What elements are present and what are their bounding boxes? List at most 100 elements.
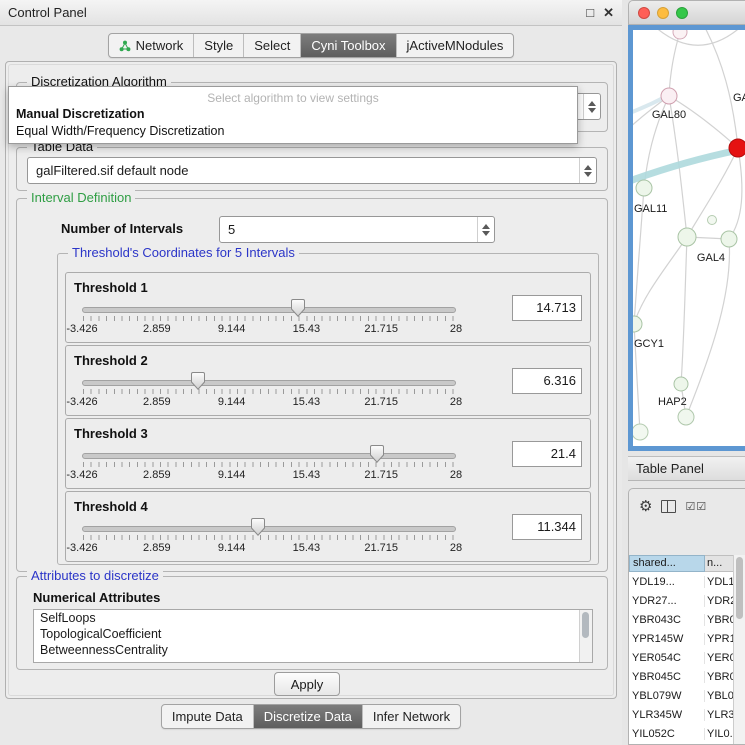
table-data-combobox[interactable]: galFiltered.sif default node xyxy=(27,157,597,184)
top-tabstrip: Network Style Select Cyni Toolbox jActiv… xyxy=(0,33,622,58)
scale-tick: 2.859 xyxy=(143,396,171,408)
table-columns-icon[interactable] xyxy=(661,500,676,513)
network-node[interactable] xyxy=(708,216,717,225)
minimize-button[interactable] xyxy=(657,7,669,19)
threshold-1-value[interactable]: 14.713 xyxy=(512,295,582,321)
tab-style[interactable]: Style xyxy=(193,34,243,57)
tab-network[interactable]: Network xyxy=(109,34,194,57)
scale-tick: 28 xyxy=(450,469,462,481)
network-node[interactable] xyxy=(633,424,648,440)
table-row[interactable]: YDL19...YDL1... xyxy=(629,572,734,591)
scale-tick: 28 xyxy=(450,542,462,554)
tab-impute-data[interactable]: Impute Data xyxy=(162,705,253,728)
tab-select[interactable]: Select xyxy=(243,34,300,57)
slider-track[interactable] xyxy=(82,526,456,532)
table-row[interactable]: YBL079WYBL0... xyxy=(629,686,734,705)
tab-cyni-toolbox[interactable]: Cyni Toolbox xyxy=(300,34,395,57)
slider-ticks xyxy=(83,389,455,394)
table-row[interactable]: YDR27...YDR2... xyxy=(629,591,734,610)
list-item[interactable]: BetweennessCentrality xyxy=(34,642,592,658)
column-header-name[interactable]: n... xyxy=(705,555,734,572)
tab-label: Discretize Data xyxy=(264,709,352,724)
node-label: GAL4 xyxy=(697,252,725,264)
network-node[interactable] xyxy=(721,231,737,247)
network-node-gcy1[interactable] xyxy=(633,316,642,332)
num-intervals-combobox[interactable]: 5 xyxy=(219,216,495,243)
slider-scale: -3.426 2.859 9.144 15.43 21.715 28 xyxy=(82,323,456,335)
slider-thumb[interactable] xyxy=(191,372,205,390)
combobox-value: galFiltered.sif default node xyxy=(28,163,579,178)
group-title: Attributes to discretize xyxy=(27,568,163,584)
table-row[interactable]: YBR045CYBR0... xyxy=(629,667,734,686)
close-button[interactable] xyxy=(638,7,650,19)
slider-thumb[interactable] xyxy=(370,445,384,463)
scale-tick: 2.859 xyxy=(143,542,171,554)
threshold-4-value[interactable]: 11.344 xyxy=(512,514,582,540)
float-window-icon[interactable]: □ xyxy=(586,5,594,21)
slider-thumb[interactable] xyxy=(291,299,305,317)
table-scrollbar[interactable] xyxy=(733,555,745,744)
table-data-group: Table Data galFiltered.sif default node xyxy=(16,147,608,191)
slider-track[interactable] xyxy=(82,453,456,459)
zoom-button[interactable] xyxy=(676,7,688,19)
table-row[interactable]: YPR145WYPR1... xyxy=(629,629,734,648)
scale-tick: 28 xyxy=(450,323,462,335)
table-row[interactable]: YER054CYER0... xyxy=(629,648,734,667)
apply-button[interactable]: Apply xyxy=(274,672,340,696)
close-window-icon[interactable]: ✕ xyxy=(603,5,614,21)
scale-tick: 21.715 xyxy=(364,396,398,408)
slider-track[interactable] xyxy=(82,380,456,386)
dropdown-option-manual-discretization[interactable]: Manual Discretization xyxy=(9,106,577,123)
table-toolbar: ⚙ ☑☑ xyxy=(629,493,745,519)
scale-tick: -3.426 xyxy=(66,469,97,481)
scale-tick: 21.715 xyxy=(364,542,398,554)
list-item[interactable]: TopologicalCoefficient xyxy=(34,626,592,642)
network-node[interactable] xyxy=(678,409,694,425)
scale-tick: 9.144 xyxy=(218,469,246,481)
slider-track[interactable] xyxy=(82,307,456,313)
group-title: Threshold's Coordinates for 5 Intervals xyxy=(68,245,299,261)
slider-ticks xyxy=(83,535,455,540)
threshold-2-value[interactable]: 6.316 xyxy=(512,368,582,394)
dropdown-option-equal-width-frequency[interactable]: Equal Width/Frequency Discretization xyxy=(9,123,577,140)
table-row[interactable]: YLR345WYLR3... xyxy=(629,705,734,724)
table-panel-title: Table Panel xyxy=(636,461,704,476)
network-node-gal11[interactable] xyxy=(636,180,652,196)
list-item[interactable]: SelfLoops xyxy=(34,610,592,626)
control-panel-titlebar: Control Panel □ ✕ xyxy=(0,0,622,26)
tab-label: Style xyxy=(204,38,233,53)
network-node-gal80[interactable] xyxy=(661,88,677,104)
threshold-3-box: Threshold 3 -3.426 2.859 9.144 15.43 21 xyxy=(65,418,591,489)
scale-tick: 9.144 xyxy=(218,542,246,554)
tab-infer-network[interactable]: Infer Network xyxy=(362,705,460,728)
network-node[interactable] xyxy=(673,30,687,39)
slider-scale: -3.426 2.859 9.144 15.43 21.715 28 xyxy=(82,542,456,554)
network-window-titlebar xyxy=(628,0,745,25)
cyni-toolbox-panel: Discretization Algorithm Table Data galF… xyxy=(5,61,617,699)
threshold-3-value[interactable]: 21.4 xyxy=(512,441,582,467)
network-node-gal4[interactable] xyxy=(678,228,696,246)
tab-jactivemnodules[interactable]: jActiveMNodules xyxy=(396,34,514,57)
tab-discretize-data[interactable]: Discretize Data xyxy=(253,705,362,728)
select-columns-icons[interactable]: ☑☑ xyxy=(685,500,707,513)
numerical-attributes-label: Numerical Attributes xyxy=(33,590,160,605)
scale-tick: 21.715 xyxy=(364,469,398,481)
threshold-3-slider: -3.426 2.859 9.144 15.43 21.715 28 xyxy=(82,445,456,487)
attributes-group: Attributes to discretize Numerical Attri… xyxy=(16,576,608,670)
network-canvas[interactable]: GAL80 GA GAL11 GAL4 GCY1 HAP2 xyxy=(628,25,745,451)
table-row[interactable]: YIL052CYIL0... xyxy=(629,724,734,743)
column-header-shared-name[interactable]: shared... xyxy=(629,555,705,572)
network-node-selected[interactable] xyxy=(729,139,745,157)
threshold-label: Threshold 3 xyxy=(74,426,148,441)
slider-thumb[interactable] xyxy=(251,518,265,536)
node-label: GA xyxy=(733,92,745,104)
list-scrollbar[interactable] xyxy=(579,610,592,662)
group-title: Interval Definition xyxy=(27,190,135,206)
gear-icon[interactable]: ⚙ xyxy=(639,499,652,514)
threshold-label: Threshold 4 xyxy=(74,499,148,514)
network-node-hap2[interactable] xyxy=(674,377,688,391)
scale-tick: 28 xyxy=(450,396,462,408)
scale-tick: 21.715 xyxy=(364,323,398,335)
combobox-value: 5 xyxy=(220,222,477,237)
table-row[interactable]: YBR043CYBR0... xyxy=(629,610,734,629)
